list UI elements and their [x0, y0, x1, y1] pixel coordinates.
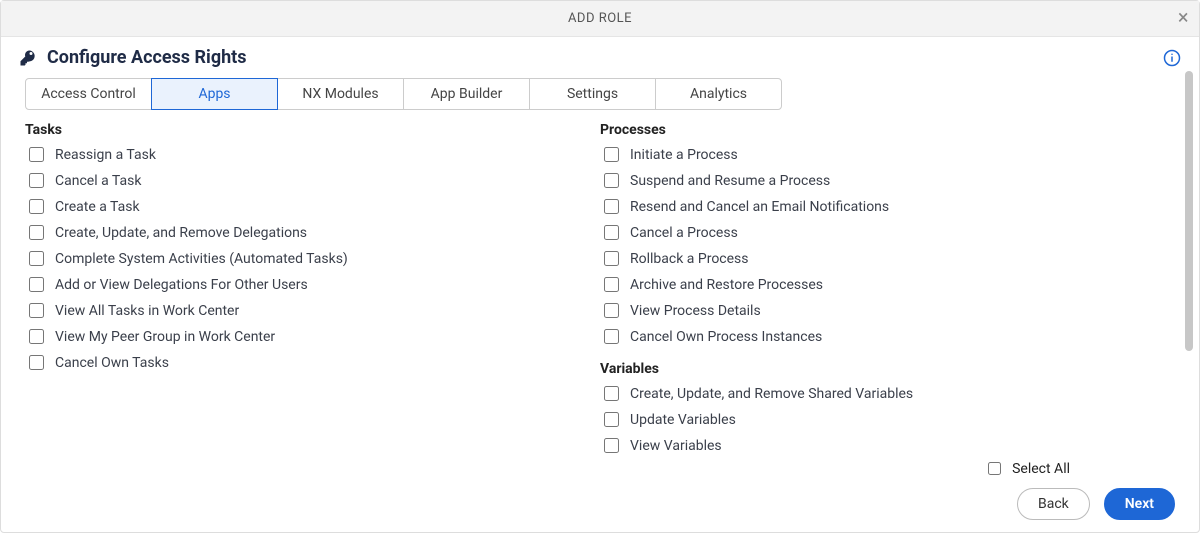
checkbox-reassign-task[interactable]: [29, 147, 44, 162]
tab-settings[interactable]: Settings: [529, 78, 656, 110]
column-right: Processes Initiate a Process Suspend and…: [600, 118, 1175, 453]
checkbox-row[interactable]: Add or View Delegations For Other Users: [25, 274, 600, 295]
checkbox-view-peer-group[interactable]: [29, 329, 44, 344]
checkbox-view-vars[interactable]: [604, 438, 619, 453]
info-icon[interactable]: [1163, 49, 1181, 67]
checkbox-cancel-process[interactable]: [604, 225, 619, 240]
checkbox-row[interactable]: Cancel Own Tasks: [25, 352, 600, 373]
tab-app-builder[interactable]: App Builder: [403, 78, 530, 110]
select-all-row[interactable]: Select All: [984, 459, 1070, 478]
checkbox-create-shared-vars[interactable]: [604, 386, 619, 401]
section-title-processes: Processes: [600, 122, 1175, 138]
checkbox-row[interactable]: Cancel a Process: [600, 222, 1175, 243]
checkbox-row[interactable]: Rollback a Process: [600, 248, 1175, 269]
checkbox-row[interactable]: Suspend and Resume a Process: [600, 170, 1175, 191]
section-title-variables: Variables: [600, 361, 1175, 377]
page-title: Configure Access Rights: [47, 47, 247, 68]
select-all-label: Select All: [1012, 461, 1070, 477]
checkbox-label: Create, Update, and Remove Shared Variab…: [630, 386, 913, 402]
checkbox-label: Reassign a Task: [55, 147, 156, 163]
checkbox-label: Create a Task: [55, 199, 140, 215]
checkbox-label: Cancel a Process: [630, 225, 738, 241]
checkbox-row[interactable]: Cancel a Task: [25, 170, 600, 191]
checkbox-label: Add or View Delegations For Other Users: [55, 277, 308, 293]
checkbox-row[interactable]: Initiate a Process: [600, 144, 1175, 165]
tab-nx-modules[interactable]: NX Modules: [277, 78, 404, 110]
checkbox-row[interactable]: Create a Task: [25, 196, 600, 217]
scrollbar-thumb[interactable]: [1185, 71, 1193, 351]
button-row: Back Next: [1017, 488, 1175, 520]
modal-header: ADD ROLE ×: [1, 1, 1199, 37]
tab-access-control[interactable]: Access Control: [25, 78, 152, 110]
key-icon: [19, 49, 37, 67]
footer: Select All Back Next: [1, 453, 1199, 532]
checkbox-label: View My Peer Group in Work Center: [55, 329, 275, 345]
tabs: Access Control Apps NX Modules App Build…: [25, 78, 1199, 110]
checkbox-row[interactable]: View Process Details: [600, 300, 1175, 321]
checkbox-label: Complete System Activities (Automated Ta…: [55, 251, 348, 267]
checkbox-row[interactable]: Archive and Restore Processes: [600, 274, 1175, 295]
checkbox-label: View Process Details: [630, 303, 761, 319]
checkbox-initiate-process[interactable]: [604, 147, 619, 162]
checkbox-label: Archive and Restore Processes: [630, 277, 823, 293]
checkbox-label: Update Variables: [630, 412, 736, 428]
close-icon[interactable]: ×: [1178, 7, 1189, 27]
checkbox-add-view-delegations[interactable]: [29, 277, 44, 292]
checkbox-row[interactable]: View Variables: [600, 435, 1175, 453]
checkbox-label: Initiate a Process: [630, 147, 738, 163]
checkbox-create-task[interactable]: [29, 199, 44, 214]
checkbox-label: Resend and Cancel an Email Notifications: [630, 199, 889, 215]
tab-analytics[interactable]: Analytics: [655, 78, 782, 110]
checkbox-row[interactable]: Create, Update, and Remove Shared Variab…: [600, 383, 1175, 404]
checkbox-row[interactable]: Resend and Cancel an Email Notifications: [600, 196, 1175, 217]
checkbox-delegations[interactable]: [29, 225, 44, 240]
checkbox-label: View Variables: [630, 438, 722, 454]
checkbox-label: Suspend and Resume a Process: [630, 173, 830, 189]
content-area: Tasks Reassign a Task Cancel a Task Crea…: [1, 110, 1199, 453]
checkbox-row[interactable]: Create, Update, and Remove Delegations: [25, 222, 600, 243]
checkbox-row[interactable]: Complete System Activities (Automated Ta…: [25, 248, 600, 269]
checkbox-row[interactable]: View All Tasks in Work Center: [25, 300, 600, 321]
checkbox-label: Create, Update, and Remove Delegations: [55, 225, 307, 241]
checkbox-row[interactable]: View My Peer Group in Work Center: [25, 326, 600, 347]
checkbox-view-process-details[interactable]: [604, 303, 619, 318]
checkbox-cancel-task[interactable]: [29, 173, 44, 188]
checkbox-suspend-resume[interactable]: [604, 173, 619, 188]
checkbox-resend-cancel-email[interactable]: [604, 199, 619, 214]
checkbox-label: View All Tasks in Work Center: [55, 303, 239, 319]
checkbox-rollback-process[interactable]: [604, 251, 619, 266]
tab-apps[interactable]: Apps: [151, 78, 278, 110]
modal-title: ADD ROLE: [568, 11, 632, 26]
checkbox-view-all-tasks[interactable]: [29, 303, 44, 318]
next-button[interactable]: Next: [1104, 488, 1175, 520]
checkbox-cancel-own-process[interactable]: [604, 329, 619, 344]
checkbox-cancel-own-tasks[interactable]: [29, 355, 44, 370]
sub-header: Configure Access Rights: [1, 37, 1199, 76]
checkbox-complete-system[interactable]: [29, 251, 44, 266]
column-left: Tasks Reassign a Task Cancel a Task Crea…: [25, 118, 600, 453]
checkbox-label: Rollback a Process: [630, 251, 749, 267]
checkbox-row[interactable]: Reassign a Task: [25, 144, 600, 165]
checkbox-label: Cancel Own Process Instances: [630, 329, 822, 345]
checkbox-label: Cancel Own Tasks: [55, 355, 169, 371]
back-button[interactable]: Back: [1017, 488, 1090, 520]
checkbox-row[interactable]: Cancel Own Process Instances: [600, 326, 1175, 347]
checkbox-archive-restore[interactable]: [604, 277, 619, 292]
checkbox-label: Cancel a Task: [55, 173, 141, 189]
scrollbar-track[interactable]: [1185, 71, 1193, 401]
section-title-tasks: Tasks: [25, 122, 600, 138]
checkbox-row[interactable]: Update Variables: [600, 409, 1175, 430]
add-role-modal: ADD ROLE × Configure Access Rights Acces…: [0, 0, 1200, 533]
checkbox-select-all[interactable]: [988, 462, 1001, 475]
checkbox-update-vars[interactable]: [604, 412, 619, 427]
